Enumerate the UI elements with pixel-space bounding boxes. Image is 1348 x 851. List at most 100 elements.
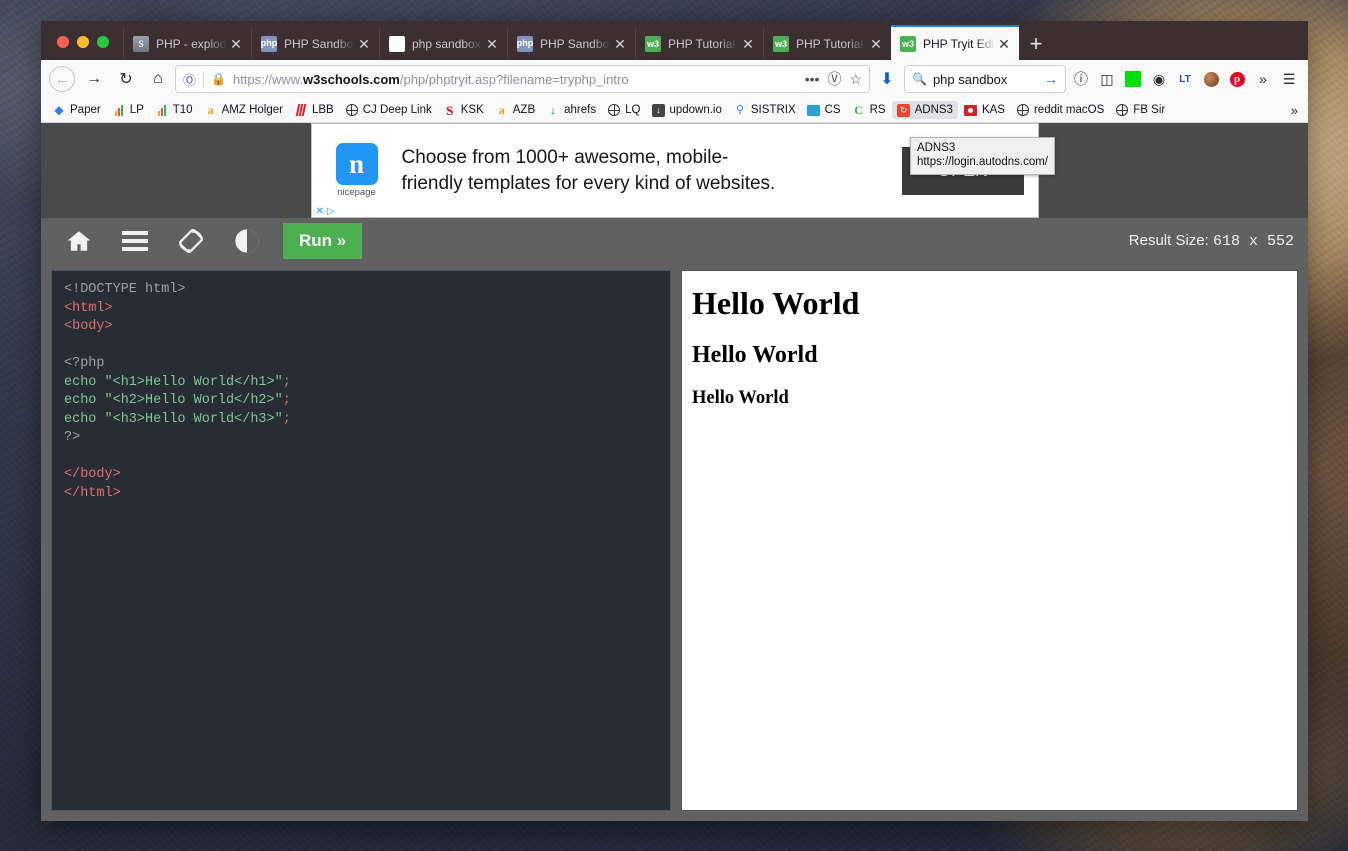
- tryit-theme-button[interactable]: [219, 218, 275, 264]
- app-menu-icon[interactable]: ☰: [1276, 66, 1302, 92]
- downloads-button[interactable]: ⬇: [872, 64, 902, 94]
- home-button[interactable]: ⌂: [143, 64, 173, 94]
- window-controls: [47, 36, 123, 60]
- tab-close-icon[interactable]: ✕: [739, 37, 757, 51]
- reload-icon: ↻: [119, 69, 132, 89]
- maximize-window-button[interactable]: [97, 36, 109, 48]
- w3schools-icon: w3: [900, 36, 916, 52]
- bookmark-item[interactable]: SKSK: [438, 101, 489, 119]
- bookmark-item[interactable]: LBB: [289, 101, 339, 119]
- lock-icon: 🔒: [211, 72, 226, 86]
- new-tab-button[interactable]: +: [1019, 27, 1053, 60]
- browser-tab[interactable]: w3PHP Tutorial✕: [635, 27, 763, 60]
- account-icon[interactable]: ◉: [1146, 66, 1172, 92]
- close-window-button[interactable]: [57, 36, 69, 48]
- reader-mode-icon[interactable]: Ⓥ: [827, 69, 841, 89]
- bookmark-item[interactable]: CJ Deep Link: [340, 101, 437, 119]
- code-line: </body>: [64, 466, 658, 485]
- bookmark-item[interactable]: reddit macOS: [1011, 101, 1109, 119]
- bookmark-item[interactable]: ↓updown.io: [646, 101, 726, 119]
- pinterest-icon[interactable]: p: [1224, 66, 1250, 92]
- forward-button[interactable]: →: [79, 64, 109, 94]
- bookmark-item[interactable]: aAMZ Holger: [199, 101, 288, 119]
- tab-close-icon[interactable]: ✕: [995, 37, 1013, 51]
- overflow-chevrons-icon[interactable]: »: [1250, 66, 1276, 92]
- divider: [203, 71, 204, 88]
- home-icon: ⌂: [153, 70, 163, 88]
- adchoices-icon[interactable]: ▷: [326, 206, 336, 217]
- page-actions-more-icon[interactable]: •••: [805, 71, 820, 87]
- browser-tab[interactable]: phpPHP Sandbox, tes✕: [507, 27, 635, 60]
- browser-tab[interactable]: w3 PHP Tryit Editor v✕: [891, 25, 1019, 60]
- bookmark-star-icon[interactable]: ☆: [849, 71, 862, 88]
- tryit-panes: <!DOCTYPE html><html><body> <?phpecho "<…: [41, 264, 1308, 821]
- result-heading-2: Hello World: [692, 342, 1287, 369]
- bookmark-item[interactable]: aAZB: [490, 101, 540, 119]
- bookmark-item[interactable]: LQ: [602, 101, 645, 119]
- tryit-home-button[interactable]: [51, 218, 107, 264]
- avatar-extension-icon[interactable]: [1198, 66, 1224, 92]
- tab-title: PHP Tryit Editor v: [923, 37, 995, 51]
- browser-tab[interactable]: w3PHP Tutorial✕: [763, 27, 891, 60]
- browser-tab[interactable]: Gphp sandbox - Go✕: [379, 27, 507, 60]
- bookmarks-overflow-icon[interactable]: »: [1291, 103, 1302, 118]
- back-button[interactable]: ←: [47, 64, 77, 94]
- code-line: <body>: [64, 318, 658, 337]
- tooltip-title: ADNS3: [917, 141, 1048, 155]
- bookmark-label: KSK: [461, 104, 484, 116]
- stackoverflow-icon: S: [133, 36, 149, 52]
- bookmark-item[interactable]: CRS: [847, 101, 891, 119]
- code-line: echo "<h3>Hello World</h3>";: [64, 411, 658, 430]
- lt-glyph: LT: [1179, 74, 1190, 85]
- change-orientation-icon: [176, 226, 206, 256]
- tab-close-icon[interactable]: ✕: [867, 37, 885, 51]
- reload-button[interactable]: ↻: [111, 64, 141, 94]
- bookmark-item[interactable]: ◆Paper: [47, 101, 106, 119]
- page-info-icon[interactable]: ⓘ: [1068, 66, 1094, 92]
- result-heading-1: Hello World: [692, 285, 1287, 322]
- bookmark-item[interactable]: LP: [107, 101, 149, 119]
- code-line: </html>: [64, 485, 658, 504]
- run-button[interactable]: Run »: [283, 223, 362, 259]
- bookmark-item[interactable]: ⚲SISTRIX: [728, 101, 801, 119]
- green-square-extension[interactable]: [1120, 66, 1146, 92]
- page-content: n nicepage Choose from 1000+ awesome, mo…: [41, 123, 1308, 821]
- bookmark-item[interactable]: ↓ahrefs: [541, 101, 601, 119]
- tracking-protection-shield-icon[interactable]: Ⓞ: [183, 70, 196, 89]
- minimize-window-button[interactable]: [77, 36, 89, 48]
- bookmark-item[interactable]: FB Sir: [1110, 101, 1170, 119]
- search-bar[interactable]: 🔍 php sandbox →: [904, 65, 1066, 93]
- tab-close-icon[interactable]: ✕: [483, 37, 501, 51]
- address-bar[interactable]: Ⓞ 🔒 https://www.w3schools.com/php/phptry…: [175, 65, 870, 93]
- tryit-menu-button[interactable]: [107, 218, 163, 264]
- sidebar-icon[interactable]: ◫: [1094, 66, 1120, 92]
- globe-icon: [345, 103, 359, 117]
- tab-close-icon[interactable]: ✕: [355, 37, 373, 51]
- bookmark-item[interactable]: KAS: [959, 101, 1010, 119]
- php-icon: php: [261, 36, 277, 52]
- w3schools-icon: w3: [773, 36, 789, 52]
- bookmark-label: SISTRIX: [751, 104, 796, 116]
- bookmark-label: T10: [173, 104, 193, 116]
- tab-close-icon[interactable]: ✕: [611, 37, 629, 51]
- bookmark-item[interactable]: CS: [802, 101, 846, 119]
- ad-close-icon[interactable]: ✕: [315, 206, 325, 217]
- browser-tab[interactable]: phpPHP Sandbox, tes✕: [251, 27, 379, 60]
- pinterest-glyph: p: [1230, 72, 1245, 87]
- bookmark-item[interactable]: T10: [150, 101, 198, 119]
- tab-close-icon[interactable]: ✕: [227, 37, 245, 51]
- browser-tab[interactable]: SPHP - explode - S✕: [123, 27, 251, 60]
- bookmark-item[interactable]: ↻ADNS3: [892, 101, 958, 119]
- bookmark-label: CJ Deep Link: [363, 104, 432, 116]
- bookmark-label: CS: [825, 104, 841, 116]
- code-editor[interactable]: <!DOCTYPE html><html><body> <?phpecho "<…: [51, 270, 671, 811]
- navigation-toolbar: ← → ↻ ⌂ Ⓞ 🔒 https://www.w3schools.com/ph…: [41, 60, 1308, 98]
- home-icon: [64, 228, 94, 254]
- search-go-icon[interactable]: →: [1044, 71, 1058, 87]
- search-input[interactable]: php sandbox: [933, 72, 1007, 87]
- amazon-icon: a: [495, 103, 509, 117]
- tryit-orientation-button[interactable]: [163, 218, 219, 264]
- languagetool-icon[interactable]: LT: [1172, 66, 1198, 92]
- search-icon: 🔍: [912, 72, 927, 86]
- dark-mode-icon: [233, 227, 261, 255]
